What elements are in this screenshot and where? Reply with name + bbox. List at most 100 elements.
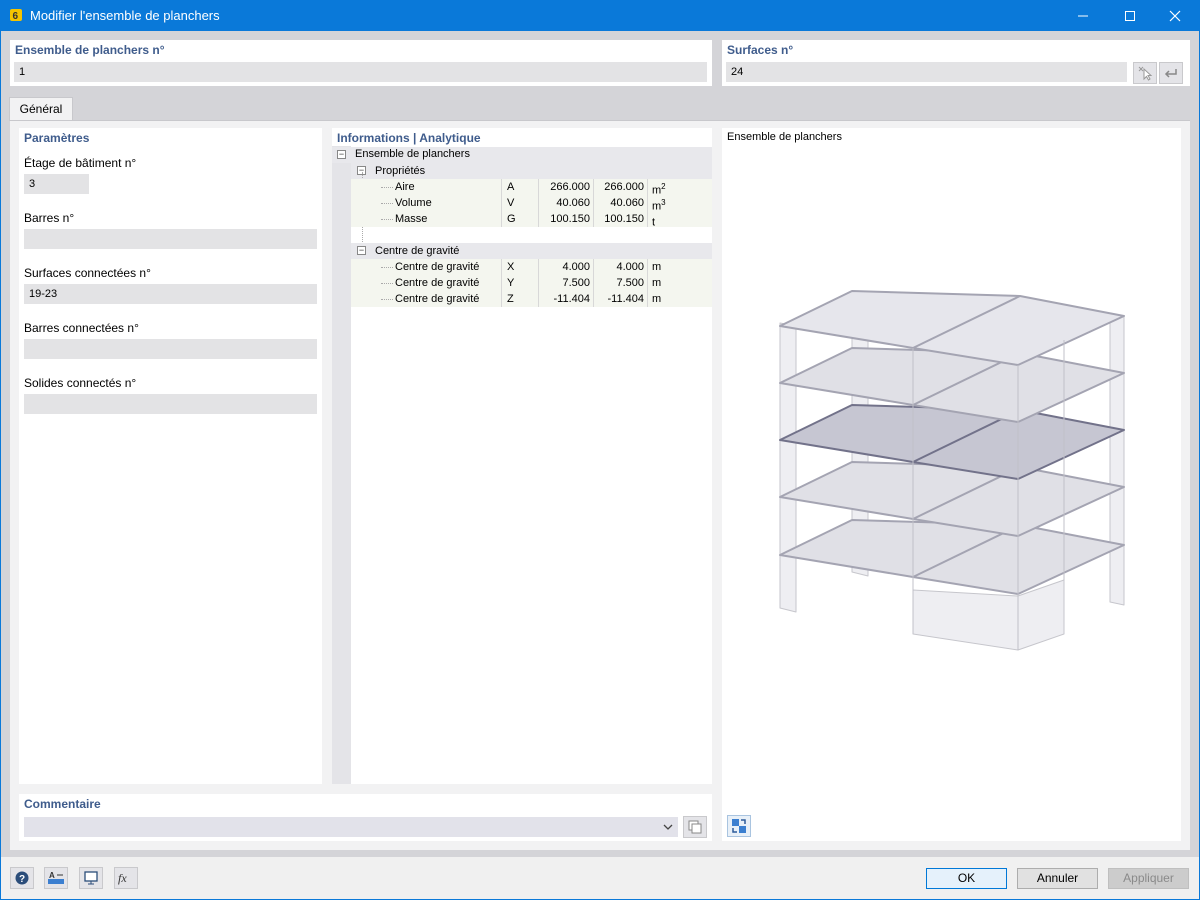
- minimize-button[interactable]: [1060, 0, 1106, 31]
- property-value: -11.404: [593, 291, 647, 307]
- building-story-field[interactable]: 3: [24, 174, 89, 194]
- property-name: Aire: [395, 181, 415, 193]
- window-title: Modifier l'ensemble de planchers: [30, 8, 220, 23]
- swap-view-icon: [732, 819, 746, 833]
- table-row[interactable]: Aire A 266.000 266.000 m2: [351, 179, 712, 197]
- surfaces-header: Surfaces n° 24: [722, 40, 1190, 86]
- parameters-panel: Paramètres Étage de bâtiment n° 3 Barres…: [19, 128, 322, 784]
- property-symbol: Z: [501, 291, 538, 307]
- property-value: 4.000: [593, 259, 647, 275]
- tree-group-row[interactable]: − Centre de gravité: [351, 243, 712, 259]
- copy-icon: [688, 820, 702, 834]
- units-button[interactable]: A: [44, 867, 68, 889]
- property-unit: m: [647, 259, 712, 275]
- cancel-button[interactable]: Annuler: [1017, 868, 1098, 889]
- tree-root-row[interactable]: − Ensemble de planchers: [332, 147, 712, 163]
- property-name: Volume: [395, 197, 432, 209]
- property-value: 40.060: [538, 195, 593, 211]
- help-button[interactable]: ?: [10, 867, 34, 889]
- property-value: 7.500: [593, 275, 647, 291]
- tree-branch: [381, 203, 393, 204]
- members-field[interactable]: [24, 229, 317, 249]
- maximize-button[interactable]: [1107, 0, 1153, 31]
- return-arrow-icon: [1164, 69, 1177, 78]
- collapse-icon[interactable]: −: [357, 246, 366, 255]
- connected-members-label: Barres connectées n°: [24, 321, 139, 335]
- connected-members-field[interactable]: [24, 339, 317, 359]
- table-row[interactable]: Centre de gravité Y 7.500 7.500 m: [351, 275, 712, 291]
- floor-set-header: Ensemble de planchers n° 1: [10, 40, 712, 86]
- svg-text:6: 6: [13, 11, 19, 22]
- property-symbol: A: [501, 179, 538, 195]
- comment-input[interactable]: [24, 817, 678, 837]
- close-button[interactable]: [1152, 0, 1198, 31]
- connected-surfaces-field[interactable]: 19-23: [24, 284, 317, 304]
- tree-branch: [381, 267, 393, 268]
- building-model-view[interactable]: [722, 128, 1181, 841]
- property-value: 100.150: [593, 211, 647, 227]
- apply-button[interactable]: Appliquer: [1108, 868, 1189, 889]
- table-row[interactable]: Masse G 100.150 100.150 t: [351, 211, 712, 229]
- copy-comment-button[interactable]: [683, 816, 707, 838]
- pick-surface-button[interactable]: [1133, 62, 1157, 84]
- tree-root-label: Ensemble de planchers: [355, 148, 470, 160]
- comment-label: Commentaire: [24, 797, 101, 811]
- display-settings-button[interactable]: [79, 867, 103, 889]
- return-button[interactable]: [1159, 62, 1183, 84]
- connected-solids-label: Solides connectés n°: [24, 376, 137, 390]
- tree-group-label: Propriétés: [375, 165, 426, 177]
- property-value: 266.000: [593, 179, 647, 195]
- property-unit: m: [647, 291, 712, 307]
- floor-set-label: Ensemble de planchers n°: [15, 43, 165, 57]
- tree-group-row[interactable]: − Propriétés: [351, 163, 712, 179]
- tab-general[interactable]: Général: [9, 97, 73, 121]
- table-row[interactable]: Volume V 40.060 40.060 m3: [351, 195, 712, 213]
- property-value: 40.060: [593, 195, 647, 211]
- property-name: Centre de gravité: [395, 293, 480, 305]
- tree-gutter: [332, 146, 351, 784]
- collapse-icon[interactable]: −: [337, 150, 346, 159]
- surfaces-number-field[interactable]: 24: [726, 62, 1127, 82]
- property-unit: m: [647, 275, 712, 291]
- members-label: Barres n°: [24, 211, 75, 225]
- tree-branch: [381, 187, 393, 188]
- select-cursor-icon: [1138, 66, 1153, 81]
- tree-branch: [381, 283, 393, 284]
- tree-group-label: Centre de gravité: [375, 245, 460, 257]
- surfaces-label: Surfaces n°: [727, 43, 794, 57]
- property-value: 100.150: [538, 211, 593, 227]
- minimize-icon: [1078, 15, 1088, 16]
- svg-text:A: A: [49, 871, 55, 880]
- building-story-label: Étage de bâtiment n°: [24, 156, 137, 170]
- property-symbol: X: [501, 259, 538, 275]
- ok-button[interactable]: OK: [926, 868, 1007, 889]
- preview-panel: Ensemble de planchers: [722, 128, 1181, 841]
- property-symbol: Y: [501, 275, 538, 291]
- info-title: Informations | Analytique: [337, 131, 481, 145]
- view-options-button[interactable]: [727, 815, 751, 837]
- svg-text:fx: fx: [118, 871, 127, 885]
- property-symbol: G: [501, 211, 538, 227]
- tree-branch: [381, 219, 393, 220]
- table-row[interactable]: Centre de gravité Z -11.404 -11.404 m: [351, 291, 712, 307]
- floor-set-number-field[interactable]: 1: [14, 62, 707, 82]
- parameters-title: Paramètres: [24, 131, 90, 145]
- formula-button[interactable]: fx: [114, 867, 138, 889]
- property-name: Centre de gravité: [395, 277, 480, 289]
- connected-solids-field[interactable]: [24, 394, 317, 414]
- svg-text:?: ?: [19, 874, 25, 885]
- property-unit: m3: [647, 195, 712, 213]
- table-row[interactable]: Centre de gravité X 4.000 4.000 m: [351, 259, 712, 275]
- tree-branch: [381, 299, 393, 300]
- connected-surfaces-label: Surfaces connectées n°: [24, 266, 151, 280]
- function-icon: fx: [118, 871, 127, 885]
- chevron-down-icon[interactable]: [662, 821, 674, 833]
- units-icon: A: [48, 871, 64, 884]
- close-icon: [1169, 10, 1181, 21]
- property-value: 266.000: [538, 179, 593, 195]
- help-icon: ?: [15, 871, 29, 885]
- app-icon: 6: [10, 9, 22, 22]
- property-symbol: V: [501, 195, 538, 211]
- title-bar: 6 Modifier l'ensemble de planchers: [0, 0, 1200, 31]
- property-value: 7.500: [538, 275, 593, 291]
